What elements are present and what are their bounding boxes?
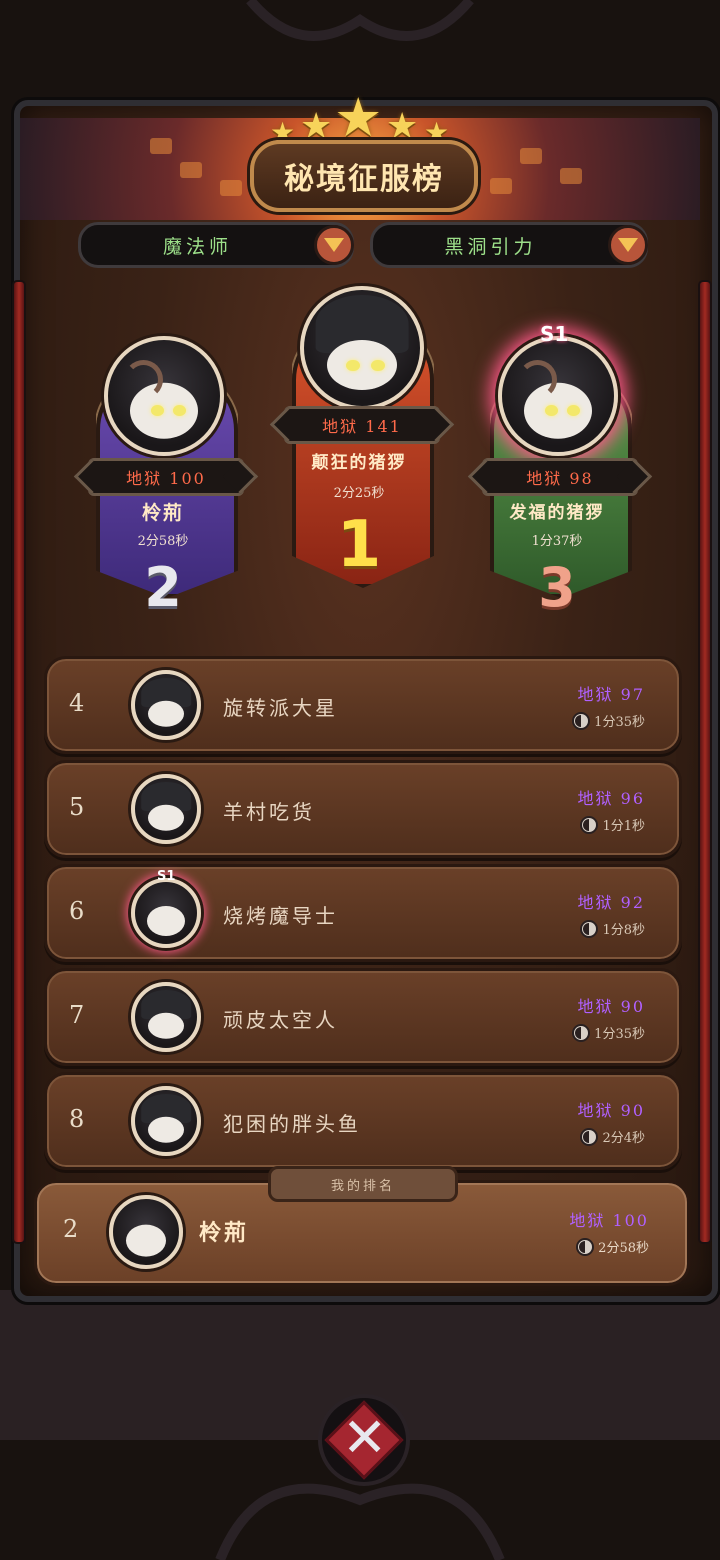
- podium-first-level: 地狱 141: [284, 406, 440, 444]
- avatar: [109, 1195, 183, 1269]
- list-level: 地狱 90: [577, 1101, 645, 1120]
- clock-icon: [580, 1127, 599, 1146]
- list-level: 地狱 92: [577, 893, 645, 912]
- podium-second-name: 柃荊: [141, 502, 184, 524]
- class-dropdown-label: 魔法师: [162, 235, 232, 258]
- podium-third-level: 地狱 98: [482, 458, 638, 496]
- my-rank-level: 地狱 100: [569, 1211, 649, 1230]
- list-time: 2分4秒: [602, 1131, 645, 1146]
- list-rank: 6: [69, 897, 85, 925]
- podium-third-name: 发福的猪猡: [509, 503, 605, 523]
- my-rank-time: 2分58秒: [598, 1241, 649, 1256]
- list-item[interactable]: 6 S1 烧烤魔导士 地狱 92 1分8秒: [44, 864, 682, 962]
- page-title: 秘境征服榜: [250, 140, 478, 212]
- list-level: 地狱 97: [577, 685, 645, 704]
- clock-icon: [580, 919, 599, 938]
- list-item[interactable]: 7 顽皮太空人 地狱 90 1分35秒: [44, 968, 682, 1066]
- list-name: 羊村吃货: [223, 800, 315, 824]
- podium-third-rank: 3: [538, 556, 576, 619]
- list-time: 1分35秒: [594, 715, 645, 730]
- list-rank: 7: [69, 1001, 85, 1029]
- season-badge: S1: [540, 322, 569, 346]
- list-item[interactable]: 5 羊村吃货 地狱 96 1分1秒: [44, 760, 682, 858]
- avatar: [131, 1086, 201, 1156]
- list-name: 顽皮太空人: [223, 1008, 338, 1032]
- podium-first-time: 2分25秒: [333, 486, 385, 501]
- avatar: [300, 286, 424, 410]
- list-item[interactable]: 8 犯困的胖头鱼 地狱 90 2分4秒: [44, 1072, 682, 1170]
- my-rank-tag: 我的排名: [268, 1166, 458, 1202]
- right-rail: [698, 280, 712, 1244]
- podium-first-rank: 1: [336, 508, 382, 582]
- podium-first-name: 颠狂的猪猡: [311, 453, 407, 473]
- clock-icon: [572, 711, 591, 730]
- list-time: 1分1秒: [602, 819, 645, 834]
- list-time: 1分8秒: [602, 923, 645, 938]
- clock-icon: [572, 1023, 591, 1042]
- podium-second-rank: 2: [144, 556, 182, 619]
- clock-icon: [580, 815, 599, 834]
- list-name: 犯困的胖头鱼: [223, 1112, 361, 1136]
- dropdown-arrow-icon[interactable]: [608, 225, 648, 265]
- list-rank: 8: [69, 1105, 85, 1133]
- left-rail: [12, 280, 26, 1244]
- my-rank-name: 柃荊: [199, 1220, 250, 1246]
- list-name: 烧烤魔导士: [223, 904, 338, 928]
- list-rank: 4: [69, 689, 85, 717]
- avatar: [498, 336, 618, 456]
- clock-icon: [576, 1237, 595, 1256]
- avatar: [131, 982, 201, 1052]
- class-dropdown[interactable]: 魔法师: [78, 222, 354, 268]
- mode-dropdown-label: 黑洞引力: [444, 235, 537, 258]
- list-time: 1分35秒: [594, 1027, 645, 1042]
- avatar: [104, 336, 224, 456]
- avatar: [131, 670, 201, 740]
- podium-third-time: 1分37秒: [531, 534, 583, 549]
- podium-second-time: 2分58秒: [137, 534, 189, 549]
- avatar: [131, 774, 201, 844]
- list-level: 地狱 90: [577, 997, 645, 1016]
- mode-dropdown[interactable]: 黑洞引力: [370, 222, 648, 268]
- dropdown-arrow-icon[interactable]: [314, 225, 354, 265]
- list-rank: 5: [69, 793, 85, 821]
- my-rank-number: 2: [63, 1215, 79, 1243]
- list-name: 旋转派大星: [223, 696, 338, 720]
- list-level: 地狱 96: [577, 789, 645, 808]
- podium-second-level: 地狱 100: [88, 458, 244, 496]
- season-badge: S1: [157, 869, 176, 884]
- avatar: [131, 878, 201, 948]
- close-button[interactable]: ✕: [318, 1394, 410, 1486]
- title-text: 秘境征服榜: [284, 162, 444, 197]
- list-item[interactable]: 4 旋转派大星 地狱 97 1分35秒: [44, 656, 682, 754]
